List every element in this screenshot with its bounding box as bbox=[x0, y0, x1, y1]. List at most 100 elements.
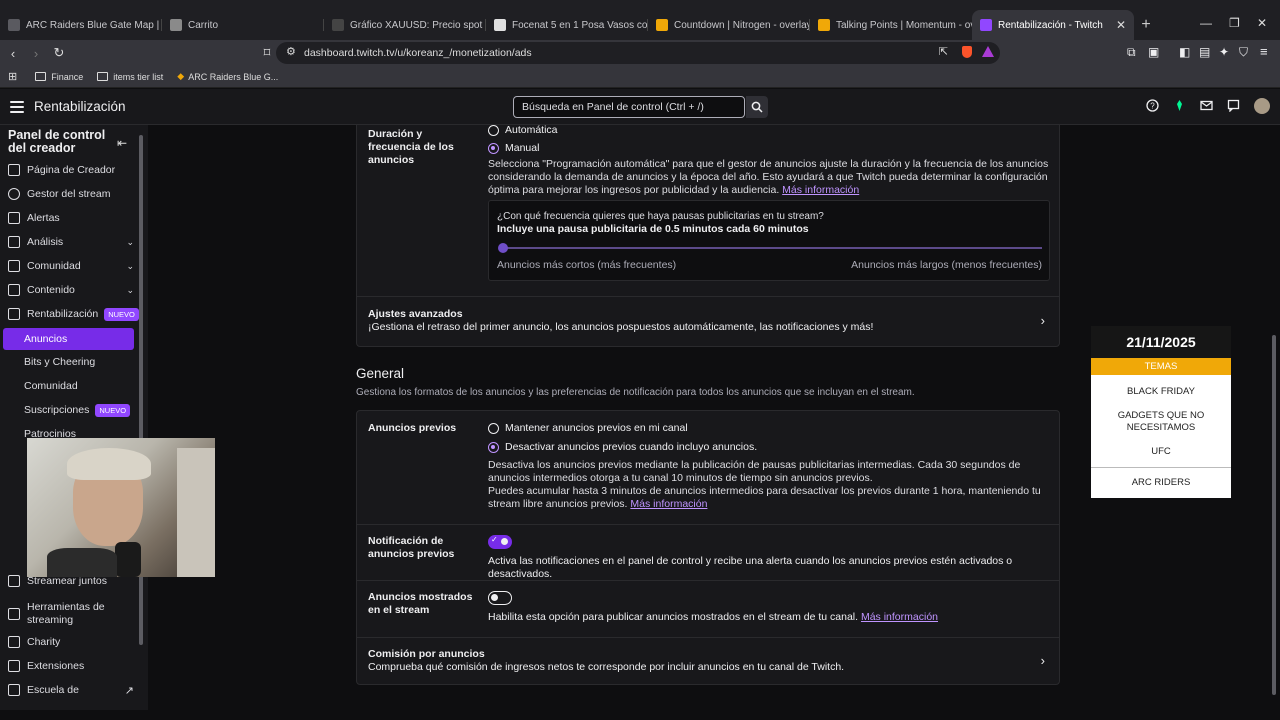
bookmark-folder[interactable]: items tier list bbox=[97, 72, 163, 82]
back-icon[interactable]: ‹ bbox=[3, 46, 23, 61]
main-scrollbar[interactable] bbox=[1270, 125, 1278, 710]
forward-icon[interactable]: › bbox=[26, 46, 46, 61]
new-tab-button[interactable]: + bbox=[1134, 10, 1158, 40]
preroll-desc-2-text: Puedes acumular hasta 3 minutos de anunc… bbox=[488, 485, 1041, 510]
search-button[interactable] bbox=[746, 96, 768, 118]
brave-rewards-icon[interactable] bbox=[982, 46, 994, 57]
sidebar-subitem-ads[interactable]: Anuncios bbox=[3, 328, 134, 350]
bookmark-label: Finance bbox=[51, 71, 84, 82]
bookmarks-bar: ⊞ Finance items tier list ◆ ARC Raiders B… bbox=[0, 66, 1280, 88]
tab-favicon bbox=[8, 19, 20, 31]
more-info-link[interactable]: Más información bbox=[630, 498, 707, 510]
slider-thumb[interactable] bbox=[498, 243, 508, 253]
sidebar-item-content[interactable]: Contenido ⌄ bbox=[8, 279, 134, 301]
sidebar-item-label: Contenido bbox=[27, 284, 75, 296]
browser-tab[interactable]: ARC Raiders Blue Gate Map | MetaFo bbox=[0, 10, 162, 40]
bookmark-icon[interactable]: ⌑ bbox=[257, 45, 277, 61]
arc-icon: ◆ bbox=[177, 71, 185, 81]
slider-question: ¿Con qué frecuencia quieres que haya pau… bbox=[497, 211, 824, 222]
advanced-settings-row[interactable]: Ajustes avanzados ¡Gestiona el retraso d… bbox=[357, 297, 1059, 346]
wallet-icon[interactable]: ▤ bbox=[1199, 45, 1210, 59]
close-window-icon[interactable]: ✕ bbox=[1257, 16, 1267, 30]
chevron-down-icon: ⌄ bbox=[126, 236, 134, 247]
close-tab-icon[interactable]: ✕ bbox=[1116, 18, 1126, 32]
preroll-notification-toggle[interactable]: ✓ bbox=[488, 535, 512, 549]
sidebar-item-label: Análisis bbox=[27, 236, 64, 248]
section-title-general: General bbox=[356, 366, 405, 381]
whispers-icon[interactable] bbox=[1227, 99, 1240, 112]
site-info-icon[interactable]: ⚙ bbox=[286, 45, 296, 58]
reload-icon[interactable]: ↻ bbox=[49, 45, 69, 61]
radio-circle-selected bbox=[488, 142, 499, 154]
radio-automatic[interactable]: Automática bbox=[488, 125, 558, 136]
menu-icon[interactable]: ≡ bbox=[1260, 44, 1268, 59]
collapse-sidebar-icon[interactable]: ⇤ bbox=[117, 136, 127, 150]
bookmark-link[interactable]: ◆ ARC Raiders Blue G... bbox=[177, 71, 278, 82]
radio-manual[interactable]: Manual bbox=[488, 142, 539, 154]
sidebar-subitem-subscriptions[interactable]: Suscripciones NUEVO bbox=[24, 399, 134, 421]
overlay-date: 21/11/2025 bbox=[1091, 326, 1231, 358]
bookmark-folder[interactable]: Finance bbox=[35, 72, 83, 82]
school-icon bbox=[8, 684, 20, 696]
sidebar-scrollbar[interactable] bbox=[138, 125, 144, 710]
brave-shield-icon[interactable] bbox=[962, 46, 972, 58]
sidebar-toggle-icon[interactable]: ◧ bbox=[1179, 45, 1190, 59]
sidebar-item-analytics[interactable]: Análisis ⌄ bbox=[8, 231, 134, 253]
ad-commission-row[interactable]: Comisión por anuncios Comprueba qué comi… bbox=[357, 638, 1059, 685]
apps-grid-icon[interactable]: ⊞ bbox=[8, 70, 17, 83]
browser-tab[interactable]: Focenat 5 en 1 Posa Vasos con Colg bbox=[486, 10, 648, 40]
maximize-icon[interactable]: ❐ bbox=[1229, 16, 1240, 30]
leo-ai-icon[interactable]: ✦ bbox=[1219, 45, 1229, 59]
svg-text:?: ? bbox=[1150, 102, 1155, 111]
chevron-down-icon: ⌄ bbox=[126, 284, 134, 295]
more-info-link[interactable]: Más información bbox=[861, 611, 938, 623]
radio-keep-preroll[interactable]: Mantener anuncios previos en mi canal bbox=[488, 422, 688, 434]
sidebar-subitem-community[interactable]: Comunidad bbox=[24, 375, 134, 397]
slider-min-label: Anuncios más cortos (más frecuentes) bbox=[497, 259, 677, 271]
browser-tab[interactable]: Gráfico XAUUSD: Precio spot del oro bbox=[324, 10, 486, 40]
sidebar-item-monetization[interactable]: Rentabilización NUEVO bbox=[8, 303, 139, 325]
sidebar-item-community[interactable]: Comunidad ⌄ bbox=[8, 255, 134, 277]
advanced-settings-title: Ajustes avanzados bbox=[368, 308, 463, 320]
display-ads-toggle[interactable] bbox=[488, 591, 512, 605]
sidebar-item-charity[interactable]: Charity bbox=[8, 631, 134, 653]
overlay-topic: BLACK FRIDAY bbox=[1127, 386, 1195, 397]
radio-disable-preroll[interactable]: Desactivar anuncios previos cuando inclu… bbox=[488, 441, 757, 453]
sidebar-item-label: Extensiones bbox=[27, 660, 85, 672]
tab-favicon bbox=[494, 19, 506, 31]
sidebar-item-streaming-tools[interactable]: Herramientas de streaming bbox=[8, 599, 134, 629]
extensions-icon[interactable]: ⧉ bbox=[1127, 45, 1136, 60]
ads-settings-card: Duración y frecuencia de los anuncios Au… bbox=[356, 125, 1060, 347]
new-badge: NUEVO bbox=[104, 307, 139, 321]
slider-track[interactable] bbox=[499, 247, 1042, 249]
inbox-icon[interactable] bbox=[1200, 99, 1213, 112]
preroll-notification-desc: Activa las notificaciones en el panel de… bbox=[488, 555, 1013, 580]
sidebar-item-school[interactable]: Escuela de ↗ bbox=[8, 679, 134, 701]
vpn-icon[interactable]: ⛉ bbox=[1239, 45, 1248, 60]
more-info-link[interactable]: Más información bbox=[782, 184, 859, 196]
browser-tab-active[interactable]: Rentabilización - Twitch ✕ bbox=[972, 10, 1134, 40]
browser-tab[interactable]: Talking Points | Momentum - overlay bbox=[810, 10, 972, 40]
browser-tab[interactable]: Carrito bbox=[162, 10, 324, 40]
minimize-icon[interactable]: — bbox=[1200, 16, 1212, 30]
help-icon[interactable]: ? bbox=[1146, 99, 1159, 112]
hamburger-menu-icon[interactable] bbox=[10, 100, 24, 113]
url-field[interactable]: ⚙ dashboard.twitch.tv/u/koreanz_/monetiz… bbox=[276, 42, 1000, 64]
sidebar-header: Panel de control del creador bbox=[8, 128, 106, 155]
scrollbar-thumb[interactable] bbox=[1272, 335, 1276, 695]
sidebar-item-alerts[interactable]: Alertas bbox=[8, 207, 134, 229]
avatar[interactable] bbox=[1254, 98, 1270, 114]
share-icon[interactable]: ⇱ bbox=[939, 45, 948, 58]
search-input[interactable]: Búsqueda en Panel de control (Ctrl + /) bbox=[513, 96, 745, 118]
sidebar-item-extensions[interactable]: Extensiones bbox=[8, 655, 134, 677]
screenshot-icon[interactable]: ▣ bbox=[1148, 45, 1159, 59]
webcam-shirt bbox=[47, 548, 117, 577]
chevron-right-icon: › bbox=[1040, 313, 1045, 328]
browser-tab-bar: ARC Raiders Blue Gate Map | MetaFo Carri… bbox=[0, 0, 1280, 40]
sidebar-item-stream-manager[interactable]: Gestor del stream bbox=[8, 183, 134, 205]
sidebar-item-creator-page[interactable]: Página de Creador bbox=[8, 159, 134, 181]
sidebar-subitem-bits[interactable]: Bits y Cheering bbox=[24, 351, 134, 373]
bits-icon[interactable] bbox=[1173, 99, 1186, 112]
browser-tab[interactable]: Countdown | Nitrogen - overlays.unc bbox=[648, 10, 810, 40]
address-bar: ‹ › ↻ ⌑ ⚙ dashboard.twitch.tv/u/koreanz_… bbox=[0, 40, 1280, 66]
